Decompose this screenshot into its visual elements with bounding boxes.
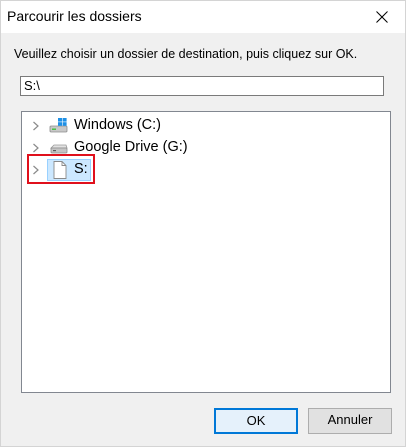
folder-path-field[interactable]: S:\ xyxy=(20,76,384,96)
instruction-text: Veuillez choisir un dossier de destinati… xyxy=(14,47,358,61)
chevron-right-icon[interactable] xyxy=(32,143,40,153)
tree-item-label: Windows (C:) xyxy=(74,117,162,133)
windows-drive-icon xyxy=(49,118,68,133)
chevron-right-icon[interactable] xyxy=(32,121,40,131)
cancel-button[interactable]: Annuler xyxy=(308,408,392,434)
red-annotation-box xyxy=(27,154,95,184)
window-title: Parcourir les dossiers xyxy=(7,8,142,24)
close-button[interactable] xyxy=(359,1,405,33)
close-icon xyxy=(376,11,388,23)
tree-item-windows-c[interactable]: Windows (C:) xyxy=(22,115,362,137)
ok-button[interactable]: OK xyxy=(214,408,298,434)
tree-item-label: Google Drive (G:) xyxy=(74,139,188,155)
browse-folder-dialog: Parcourir les dossiers Veuillez choisir … xyxy=(0,0,406,447)
title-bar: Parcourir les dossiers xyxy=(1,1,405,33)
